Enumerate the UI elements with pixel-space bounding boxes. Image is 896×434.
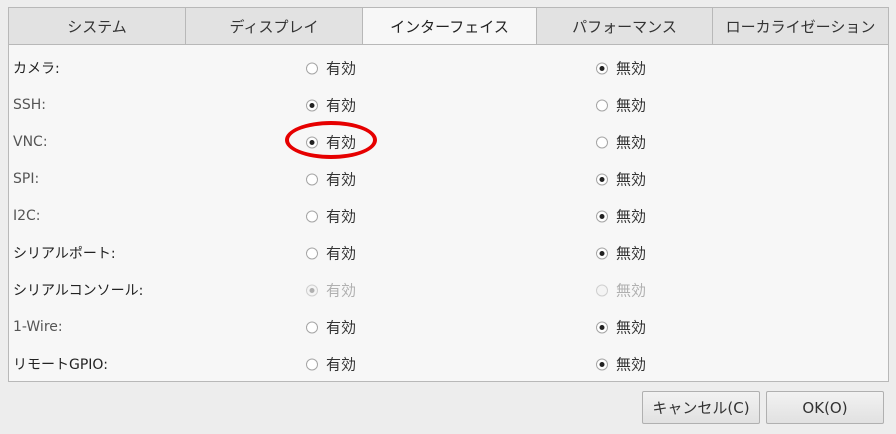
serial-port-disable-radio[interactable]: 無効 — [596, 243, 646, 264]
radio-option-label: 無効 — [616, 96, 647, 115]
interface-row-camera: カメラ: 有効 無効 — [9, 53, 888, 83]
i2c-enable-radio[interactable]: 有効 — [306, 206, 356, 227]
interface-label: カメラ: — [13, 61, 60, 77]
radio-option-label: 有効 — [326, 133, 357, 152]
interface-label: シリアルコンソール: — [13, 283, 144, 299]
radio-button-icon — [596, 136, 608, 148]
radio-option-label: 無効 — [616, 59, 647, 78]
interface-label: SSH: — [13, 97, 47, 113]
serial-console-disable-radio: 無効 — [596, 280, 646, 301]
radio-button-icon — [306, 284, 318, 296]
interfaces-panel: カメラ: 有効 無効 SSH: 有効 無効 VNC: 有効 無効 SPI: 有効 無効 I2C: 有効 無効… — [8, 44, 889, 382]
radio-option-label: 無効 — [616, 170, 647, 189]
interface-row-vnc: VNC: 有効 無効 — [9, 127, 888, 157]
i2c-disable-radio[interactable]: 無効 — [596, 206, 646, 227]
interface-label: 1-Wire: — [13, 319, 63, 335]
tab-label: ローカライゼーション — [725, 17, 876, 36]
spi-disable-radio[interactable]: 無効 — [596, 169, 646, 190]
cancel-button[interactable]: キャンセル(C) — [642, 391, 760, 424]
radio-button-icon — [306, 358, 318, 370]
interface-label: リモートGPIO: — [13, 357, 108, 373]
radio-button-icon — [596, 99, 608, 111]
interface-row-spi: SPI: 有効 無効 — [9, 164, 888, 194]
ssh-disable-radio[interactable]: 無効 — [596, 95, 646, 116]
radio-button-icon — [596, 321, 608, 333]
radio-button-icon — [596, 210, 608, 222]
camera-disable-radio[interactable]: 無効 — [596, 58, 646, 79]
radio-button-icon — [306, 321, 318, 333]
interface-row-serial-console: シリアルコンソール: 有効 無効 — [9, 275, 888, 305]
interface-row-i2c: I2C: 有効 無効 — [9, 201, 888, 231]
ok-button[interactable]: OK(O) — [766, 391, 884, 424]
radio-option-label: 有効 — [326, 59, 357, 78]
tab-system[interactable]: システム — [8, 7, 185, 45]
interface-row-remote-gpio: リモートGPIO: 有効 無効 — [9, 349, 888, 379]
radio-option-label: 有効 — [326, 96, 357, 115]
radio-option-label: 無効 — [616, 318, 647, 337]
radio-option-label: 無効 — [616, 281, 647, 300]
radio-button-icon — [596, 173, 608, 185]
radio-button-icon — [306, 210, 318, 222]
interface-label: I2C: — [13, 208, 41, 224]
remote-gpio-disable-radio[interactable]: 無効 — [596, 354, 646, 375]
radio-option-label: 有効 — [326, 355, 357, 374]
interface-row-serial-port: シリアルポート: 有効 無効 — [9, 238, 888, 268]
interface-row-ssh: SSH: 有効 無効 — [9, 90, 888, 120]
radio-button-icon — [306, 62, 318, 74]
one-wire-disable-radio[interactable]: 無効 — [596, 317, 646, 338]
radio-button-icon — [596, 62, 608, 74]
radio-button-icon — [306, 247, 318, 259]
ssh-enable-radio[interactable]: 有効 — [306, 95, 356, 116]
camera-enable-radio[interactable]: 有効 — [306, 58, 356, 79]
spi-enable-radio[interactable]: 有効 — [306, 169, 356, 190]
radio-option-label: 有効 — [326, 207, 357, 226]
tab-bar: システム ディスプレイ インターフェイス パフォーマンス ローカライゼーション — [8, 7, 889, 45]
tab-interfaces[interactable]: インターフェイス — [362, 7, 536, 45]
remote-gpio-enable-radio[interactable]: 有効 — [306, 354, 356, 375]
radio-button-icon — [306, 173, 318, 185]
interface-label: VNC: — [13, 134, 48, 150]
tab-label: インターフェイス — [390, 17, 509, 36]
serial-port-enable-radio[interactable]: 有効 — [306, 243, 356, 264]
radio-button-icon — [306, 99, 318, 111]
vnc-disable-radio[interactable]: 無効 — [596, 132, 646, 153]
serial-console-enable-radio: 有効 — [306, 280, 356, 301]
tab-display[interactable]: ディスプレイ — [185, 7, 362, 45]
radio-button-icon — [596, 284, 608, 296]
tab-label: パフォーマンス — [572, 17, 677, 36]
radio-option-label: 有効 — [326, 281, 357, 300]
radio-option-label: 有効 — [326, 318, 357, 337]
interface-label: シリアルポート: — [13, 246, 116, 262]
interface-row-one-wire: 1-Wire: 有効 無効 — [9, 312, 888, 342]
one-wire-enable-radio[interactable]: 有効 — [306, 317, 356, 338]
vnc-enable-radio[interactable]: 有効 — [306, 132, 356, 153]
radio-button-icon — [306, 136, 318, 148]
radio-button-icon — [596, 358, 608, 370]
radio-button-icon — [596, 247, 608, 259]
radio-option-label: 無効 — [616, 133, 647, 152]
tab-localisation[interactable]: ローカライゼーション — [712, 7, 889, 45]
radio-option-label: 無効 — [616, 355, 647, 374]
radio-option-label: 無効 — [616, 244, 647, 263]
tab-label: システム — [67, 17, 127, 36]
tab-performance[interactable]: パフォーマンス — [536, 7, 712, 45]
interface-label: SPI: — [13, 171, 40, 187]
radio-option-label: 有効 — [326, 244, 357, 263]
radio-option-label: 有効 — [326, 170, 357, 189]
radio-option-label: 無効 — [616, 207, 647, 226]
tab-label: ディスプレイ — [229, 17, 319, 36]
